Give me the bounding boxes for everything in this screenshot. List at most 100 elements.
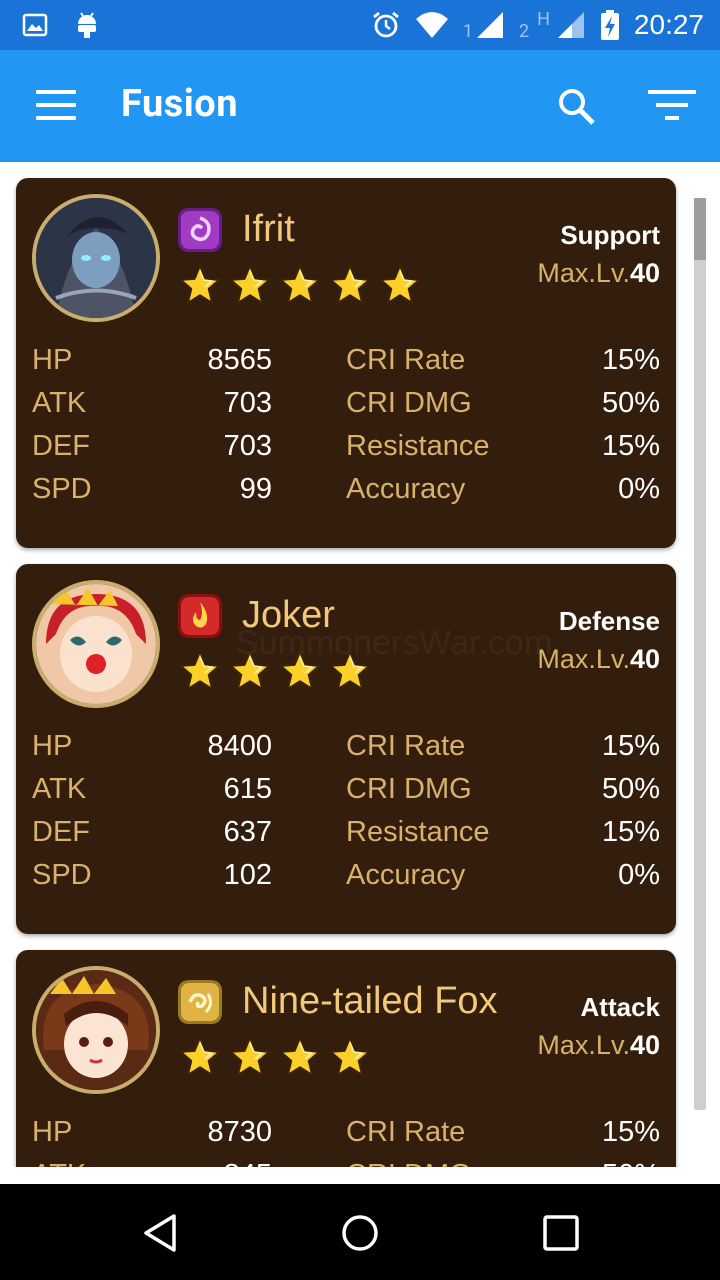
stat-label-cri-dmg: CRI DMG <box>346 387 472 419</box>
stat-value-spd: 99 <box>239 473 272 505</box>
stat-label-resistance: Resistance <box>346 430 490 462</box>
sim2-label: 2 <box>518 20 530 42</box>
stat-value-atk: 703 <box>223 387 272 419</box>
navigation-bar <box>0 1184 720 1280</box>
stat-label-cri-rate: CRI Rate <box>346 344 466 376</box>
filter-button[interactable] <box>646 86 698 126</box>
filter-icon <box>648 90 696 120</box>
image-icon <box>22 13 48 37</box>
recents-button[interactable] <box>540 1212 582 1254</box>
stat-value-def: 637 <box>223 816 272 848</box>
star-icon <box>228 1035 272 1079</box>
monster-name: Ifrit <box>242 208 295 250</box>
home-icon <box>342 1215 378 1251</box>
stat-value-resistance: 15% <box>601 430 660 462</box>
back-button[interactable] <box>140 1212 182 1254</box>
scrollbar-thumb[interactable] <box>694 198 706 260</box>
watermark: SummonersWar.com <box>236 624 553 662</box>
stat-value-cri-rate: 15% <box>601 730 660 762</box>
monster-portrait <box>32 966 160 1094</box>
android-icon <box>78 12 96 38</box>
stat-value-cri-dmg: 50% <box>601 387 660 419</box>
fire-element-icon <box>178 594 222 638</box>
stat-value-atk: 615 <box>223 773 272 805</box>
stat-label-hp: HP <box>32 1116 73 1148</box>
star-icon <box>328 1035 372 1079</box>
network-type-label: H <box>537 8 550 30</box>
stat-label-accuracy: Accuracy <box>346 859 466 891</box>
max-level: Max.Lv.40 <box>537 258 660 288</box>
sim1-label: 1 <box>462 20 473 42</box>
menu-button[interactable] <box>36 90 76 120</box>
clock: 20:27 <box>633 9 704 40</box>
stat-value-hp: 8730 <box>207 1116 272 1148</box>
monster-card[interactable]: Nine-tailed Fox Attack Max.Lv.40 HP ATK … <box>16 950 676 1167</box>
stat-label-cri-rate: CRI Rate <box>346 730 466 762</box>
star-icon <box>328 263 372 307</box>
status-bar: 1 2 H 20:27 <box>0 0 720 50</box>
stat-value-accuracy: 0% <box>618 859 660 891</box>
monster-name: Nine-tailed Fox <box>242 980 498 1022</box>
dark-element-icon <box>178 208 222 252</box>
star-icon <box>278 1035 322 1079</box>
star-rating <box>178 1035 372 1083</box>
stat-value-cri-dmg: 50% <box>601 773 660 805</box>
stat-value-cri-rate: 15% <box>601 344 660 376</box>
stat-label-hp: HP <box>32 344 73 376</box>
stat-label-resistance: Resistance <box>346 816 490 848</box>
menu-icon <box>36 90 76 94</box>
stat-label-cri-dmg: CRI DMG <box>346 773 472 805</box>
home-button[interactable] <box>339 1212 381 1254</box>
star-icon <box>278 263 322 307</box>
stat-value-resistance: 15% <box>601 816 660 848</box>
stat-value-hp: 8400 <box>207 730 272 762</box>
monster-card[interactable]: Joker Defense Max.Lv.40 SummonersWar.com… <box>16 564 676 934</box>
stat-label-spd: SPD <box>32 859 92 891</box>
monster-role: Support <box>560 220 660 250</box>
battery-charging-icon <box>600 10 619 40</box>
scrollbar[interactable] <box>694 198 706 1110</box>
wifi-icon <box>415 12 448 38</box>
back-icon <box>144 1214 176 1252</box>
light-element-icon <box>178 980 222 1024</box>
max-level: Max.Lv.40 <box>537 1030 660 1060</box>
stat-label-accuracy: Accuracy <box>346 473 466 505</box>
stat-value-def: 703 <box>223 430 272 462</box>
max-level: Max.Lv.40 <box>537 644 660 674</box>
stat-label-cri-dmg: CRI DMG <box>346 1159 472 1167</box>
monster-role: Attack <box>580 992 660 1022</box>
stat-label-hp: HP <box>32 730 73 762</box>
star-icon <box>228 263 272 307</box>
page-title: Fusion <box>121 82 239 126</box>
stat-label-atk: ATK <box>32 387 87 419</box>
star-icon <box>178 1035 222 1079</box>
monster-role: Defense <box>558 606 660 636</box>
stat-label-def: DEF <box>32 816 90 848</box>
stat-label-spd: SPD <box>32 473 92 505</box>
recents-icon <box>543 1215 579 1251</box>
stat-label-cri-rate: CRI Rate <box>346 1116 466 1148</box>
search-icon <box>559 89 595 125</box>
star-icon <box>378 263 422 307</box>
monster-list[interactable]: Ifrit Support Max.Lv.40 HP ATK DEF SPD 8… <box>0 162 720 1167</box>
star-icon <box>178 649 222 693</box>
stat-label-def: DEF <box>32 430 90 462</box>
star-icon <box>178 263 222 307</box>
monster-portrait <box>32 580 160 708</box>
stat-value-cri-dmg: 50% <box>602 1159 660 1167</box>
signal-icon <box>476 12 503 38</box>
stat-value-cri-rate: 15% <box>601 1116 660 1148</box>
stat-value-accuracy: 0% <box>618 473 660 505</box>
stat-label-atk: ATK <box>32 1159 86 1167</box>
alarm-icon <box>372 11 399 38</box>
stat-label-atk: ATK <box>32 773 87 805</box>
monster-card[interactable]: Ifrit Support Max.Lv.40 HP ATK DEF SPD 8… <box>16 178 676 548</box>
stat-value-spd: 102 <box>223 859 272 891</box>
stat-value-hp: 8565 <box>207 344 272 376</box>
monster-portrait <box>32 194 160 322</box>
stat-value-atk: 845 <box>224 1159 272 1167</box>
star-rating <box>178 263 422 311</box>
app-bar: Fusion <box>0 50 720 162</box>
search-button[interactable] <box>556 86 596 126</box>
signal-icon <box>557 12 584 38</box>
